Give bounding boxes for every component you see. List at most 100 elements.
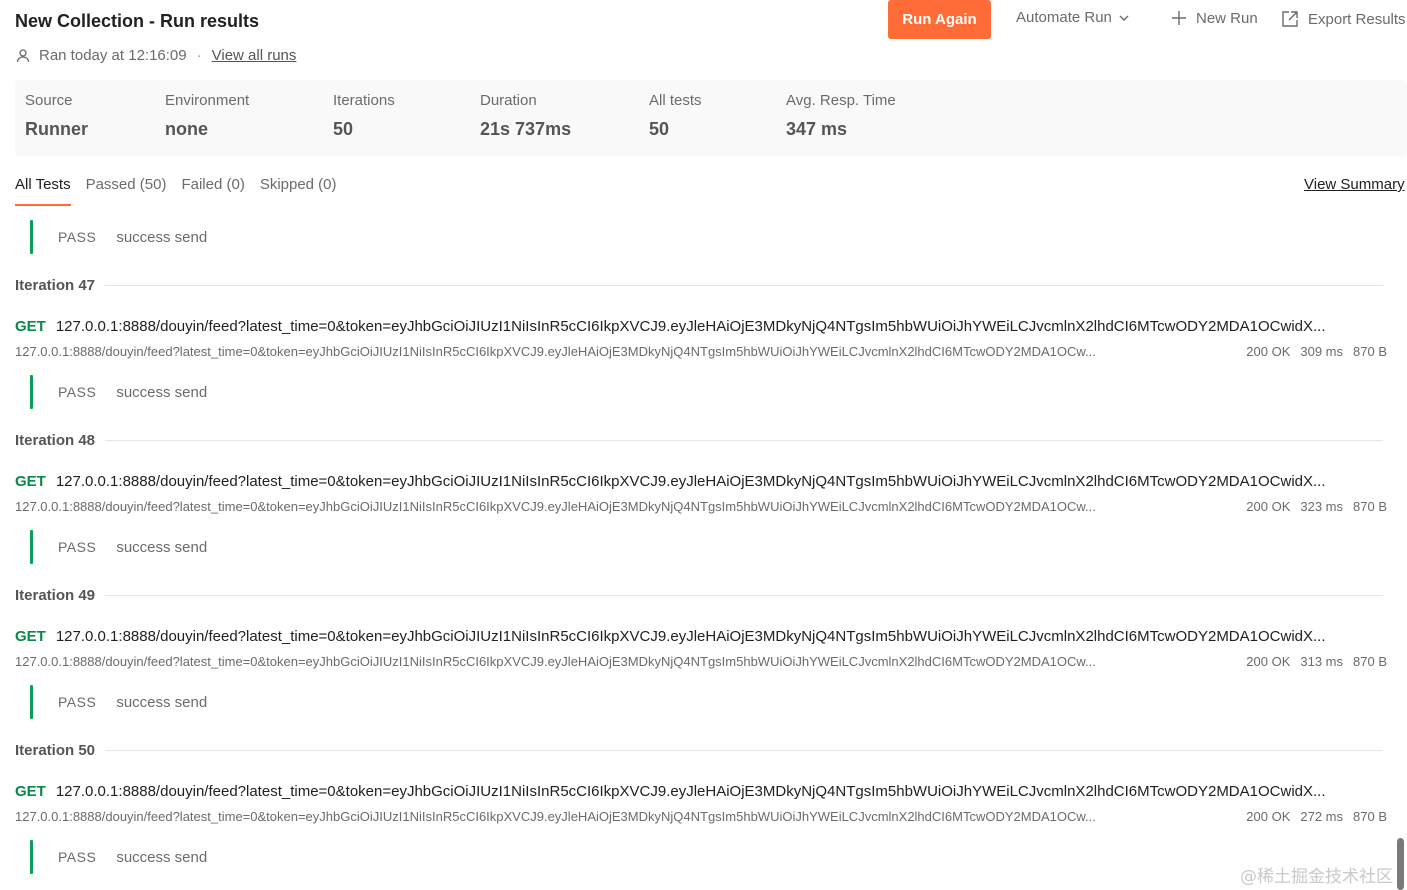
export-results-label: Export Results <box>1308 10 1406 28</box>
pass-indicator <box>30 375 33 409</box>
scrollbar[interactable] <box>1397 838 1404 890</box>
tab-failed[interactable]: Failed (0) <box>181 176 244 206</box>
test-name: success send <box>116 383 208 401</box>
test-status: PASS <box>58 384 97 400</box>
watermark: @稀土掘金技术社区 <box>1240 867 1393 887</box>
test-name: success send <box>116 848 208 866</box>
run-again-button[interactable]: Run Again <box>888 0 991 39</box>
response-meta: 200 OK 323 ms 870 B <box>1246 499 1387 514</box>
test-result: PASS success send <box>30 530 207 564</box>
chevron-down-icon <box>1119 15 1129 21</box>
new-run-button[interactable]: New Run <box>1170 9 1258 27</box>
test-result: PASS success send <box>30 685 207 719</box>
pass-indicator <box>30 220 33 254</box>
pass-indicator <box>30 530 33 564</box>
iteration-label: Iteration 47 <box>15 276 96 294</box>
request-url: 127.0.0.1:8888/douyin/feed?latest_time=0… <box>55 628 1326 645</box>
iteration-header: Iteration 49 <box>15 585 1383 605</box>
response-time: 323 ms <box>1300 498 1344 514</box>
test-result: PASS success send <box>30 375 207 409</box>
request-method: GET <box>15 783 46 800</box>
test-name: success send <box>116 693 208 711</box>
response-size: 870 B <box>1353 808 1387 824</box>
view-all-runs-link[interactable]: View all runs <box>212 47 297 64</box>
pass-indicator <box>30 685 33 719</box>
export-results-button[interactable]: Export Results <box>1280 9 1406 29</box>
stat-label: All tests <box>649 92 702 109</box>
response-time: 272 ms <box>1300 808 1344 824</box>
separator: · <box>196 47 202 64</box>
request-sub-url: 127.0.0.1:8888/douyin/feed?latest_time=0… <box>15 343 1096 359</box>
response-meta: 200 OK 309 ms 870 B <box>1246 344 1387 359</box>
stat-value: 21s 737ms <box>480 119 572 139</box>
request-line[interactable]: GET 127.0.0.1:8888/douyin/feed?latest_tim… <box>15 783 1375 800</box>
test-status: PASS <box>58 694 97 710</box>
automate-run-button[interactable]: Automate Run <box>1016 9 1130 26</box>
request-line[interactable]: GET 127.0.0.1:8888/douyin/feed?latest_tim… <box>15 473 1375 490</box>
pass-indicator <box>30 840 33 874</box>
response-time: 313 ms <box>1300 653 1344 669</box>
divider <box>105 439 1383 441</box>
run-info: Ran today at 12:16:09 · View all runs <box>15 47 296 64</box>
iteration-header: Iteration 50 <box>15 740 1383 760</box>
stat-duration: Duration 21s 737ms <box>480 92 571 140</box>
response-size: 870 B <box>1353 343 1387 359</box>
new-run-label: New Run <box>1196 9 1258 27</box>
stat-label: Iterations <box>333 92 395 109</box>
iteration-label: Iteration 49 <box>15 586 96 604</box>
stat-environment: Environment none <box>165 92 249 140</box>
tab-skipped[interactable]: Skipped (0) <box>260 176 337 206</box>
request-url: 127.0.0.1:8888/douyin/feed?latest_time=0… <box>55 473 1326 490</box>
automate-run-label: Automate Run <box>1016 9 1112 26</box>
page-title: New Collection - Run results <box>15 11 260 31</box>
stat-label: Duration <box>480 92 537 109</box>
export-icon <box>1282 11 1298 27</box>
request-line[interactable]: GET 127.0.0.1:8888/douyin/feed?latest_tim… <box>15 318 1375 335</box>
response-status: 200 OK <box>1246 653 1291 669</box>
ran-time: Ran today at 12:16:09 <box>39 47 187 64</box>
divider <box>105 594 1383 596</box>
request-sub-url: 127.0.0.1:8888/douyin/feed?latest_time=0… <box>15 808 1096 824</box>
iteration-label: Iteration 50 <box>15 741 96 759</box>
request-details: 127.0.0.1:8888/douyin/feed?latest_time=0… <box>15 342 1387 360</box>
stat-value: Runner <box>25 119 88 139</box>
stat-value: 50 <box>649 119 670 139</box>
stat-value: none <box>165 119 208 139</box>
stat-value: 347 ms <box>786 119 848 139</box>
response-size: 870 B <box>1353 498 1387 514</box>
response-status: 200 OK <box>1246 343 1291 359</box>
test-status: PASS <box>58 849 97 865</box>
tab-passed[interactable]: Passed (50) <box>86 176 167 206</box>
request-sub-url: 127.0.0.1:8888/douyin/feed?latest_time=0… <box>15 653 1096 669</box>
request-details: 127.0.0.1:8888/douyin/feed?latest_time=0… <box>15 652 1387 670</box>
stat-label: Environment <box>165 92 250 109</box>
test-name: success send <box>116 228 208 246</box>
response-time: 309 ms <box>1300 343 1344 359</box>
stat-avg-resp-time: Avg. Resp. Time 347 ms <box>786 92 896 140</box>
view-summary-link[interactable]: View Summary <box>1304 176 1405 193</box>
request-url: 127.0.0.1:8888/douyin/feed?latest_time=0… <box>55 783 1326 800</box>
request-details: 127.0.0.1:8888/douyin/feed?latest_time=0… <box>15 497 1387 515</box>
test-status: PASS <box>58 229 97 245</box>
response-status: 200 OK <box>1246 498 1291 514</box>
divider <box>105 284 1383 286</box>
test-name: success send <box>116 538 208 556</box>
header: New Collection - Run results Ran today a… <box>0 0 1407 80</box>
results-tabs: All Tests Passed (50) Failed (0) Skipped… <box>15 176 352 206</box>
iteration-header: Iteration 48 <box>15 430 1383 450</box>
request-method: GET <box>15 473 46 490</box>
request-line[interactable]: GET 127.0.0.1:8888/douyin/feed?latest_tim… <box>15 628 1375 645</box>
iteration-header: Iteration 47 <box>15 275 1383 295</box>
user-icon <box>16 48 30 62</box>
response-meta: 200 OK 272 ms 870 B <box>1246 809 1387 824</box>
test-result: PASS success send <box>30 220 207 254</box>
plus-icon <box>1172 11 1186 25</box>
test-status: PASS <box>58 539 97 555</box>
request-details: 127.0.0.1:8888/douyin/feed?latest_time=0… <box>15 807 1387 825</box>
request-sub-url: 127.0.0.1:8888/douyin/feed?latest_time=0… <box>15 498 1096 514</box>
stat-iterations: Iterations 50 <box>333 92 395 140</box>
tab-all-tests[interactable]: All Tests <box>15 176 71 206</box>
response-status: 200 OK <box>1246 808 1291 824</box>
response-size: 870 B <box>1353 653 1387 669</box>
test-result: PASS success send <box>30 840 207 874</box>
